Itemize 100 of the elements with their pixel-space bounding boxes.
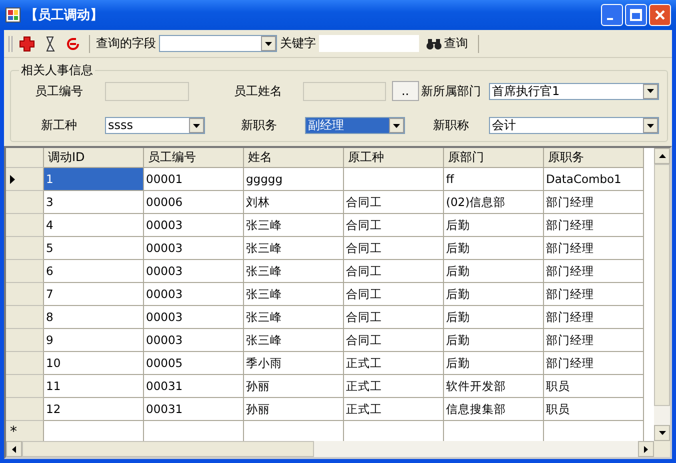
- table-cell: 孙丽: [244, 375, 344, 398]
- table-cell: 张三峰: [244, 260, 344, 283]
- scrollbar-corner: [654, 441, 670, 457]
- keyword-label: 关键字: [280, 35, 316, 52]
- table-cell: 孙丽: [244, 398, 344, 421]
- table-cell: 后勤: [444, 329, 544, 352]
- table-cell: 张三峰: [244, 306, 344, 329]
- table-cell: 合同工: [344, 214, 444, 237]
- keyword-input[interactable]: [319, 35, 419, 52]
- table-cell: 00031: [144, 398, 244, 421]
- field-label: 新所属部门: [420, 82, 482, 100]
- binoculars-icon: [426, 38, 442, 50]
- dropdown[interactable]: 首席执行官1: [489, 82, 659, 100]
- table-cell: DataCombo1: [544, 168, 644, 191]
- table-cell: 11: [44, 375, 144, 398]
- left-arrow-icon: [12, 446, 16, 452]
- minimize-button[interactable]: [601, 4, 623, 26]
- maximize-icon: [630, 9, 642, 21]
- column-header[interactable]: 原工种: [344, 148, 444, 168]
- table-cell: ggggg: [244, 168, 344, 191]
- column-header[interactable]: 员工编号: [144, 148, 244, 168]
- table-cell: 部门经理: [544, 214, 644, 237]
- add-icon[interactable]: [17, 36, 37, 52]
- table-cell: 合同工: [344, 260, 444, 283]
- column-header[interactable]: 原部门: [444, 148, 544, 168]
- table-cell: 软件开发部: [444, 375, 544, 398]
- table-cell: 季小雨: [244, 352, 344, 375]
- field-label: 查询的字段: [96, 35, 156, 52]
- maximize-button[interactable]: [625, 4, 647, 26]
- field-label: 新职称: [432, 117, 470, 134]
- minimize-icon: [607, 18, 613, 20]
- table-cell: 部门经理: [544, 283, 644, 306]
- field-label: 员工编号: [34, 82, 84, 100]
- current-row-icon: [10, 174, 15, 184]
- table-cell: 张三峰: [244, 237, 344, 260]
- dropdown[interactable]: 会计: [489, 117, 659, 134]
- toolbar-grip-icon: [8, 34, 14, 54]
- table-cell: 00001: [144, 168, 244, 191]
- table-cell: 张三峰: [244, 329, 344, 352]
- search-button[interactable]: 查询: [422, 35, 472, 52]
- table-cell: 后勤: [444, 283, 544, 306]
- table-cell: (02)信息部: [444, 191, 544, 214]
- table-cell: 合同工: [344, 191, 444, 214]
- table-cell: 部门经理: [544, 260, 644, 283]
- dropdown[interactable]: 副经理: [305, 117, 405, 134]
- table-cell: 职员: [544, 375, 644, 398]
- table-cell: 6: [44, 260, 144, 283]
- field-dropdown[interactable]: [159, 35, 277, 52]
- table-cell: 后勤: [444, 352, 544, 375]
- table-cell: 刘林: [244, 191, 344, 214]
- table-cell: ff: [444, 168, 544, 191]
- table-cell: 部门经理: [544, 237, 644, 260]
- table-cell: 职员: [544, 398, 644, 421]
- column-header[interactable]: 原职务: [544, 148, 644, 168]
- table-cell: 00031: [144, 375, 244, 398]
- row-header[interactable]: [6, 168, 44, 191]
- table-cell: 张三峰: [244, 214, 344, 237]
- scroll-thumb[interactable]: [22, 441, 314, 457]
- table-cell: 12: [44, 398, 144, 421]
- table-cell: 7: [44, 283, 144, 306]
- table-cell: 后勤: [444, 237, 544, 260]
- table-cell: 00005: [144, 352, 244, 375]
- close-button[interactable]: [649, 4, 671, 26]
- close-icon: [654, 9, 666, 21]
- table-cell: 00003: [144, 260, 244, 283]
- scroll-up-button[interactable]: [654, 148, 670, 164]
- up-arrow-icon: [658, 154, 666, 158]
- table-cell: 部门经理: [544, 306, 644, 329]
- table-cell: 00003: [144, 237, 244, 260]
- table-cell: 9: [44, 329, 144, 352]
- vertical-scrollbar[interactable]: [654, 148, 670, 441]
- field-label: 新工种: [40, 117, 78, 134]
- scroll-right-button[interactable]: [638, 441, 654, 457]
- table-cell: 00003: [144, 214, 244, 237]
- table-cell: 张三峰: [244, 283, 344, 306]
- field-label: 员工姓名: [233, 82, 284, 100]
- field-label: 新职务: [240, 117, 278, 134]
- dropdown[interactable]: ssss: [105, 117, 205, 134]
- table-cell: 合同工: [344, 329, 444, 352]
- column-header[interactable]: 调动ID: [44, 148, 144, 168]
- horizontal-scrollbar[interactable]: [6, 441, 654, 457]
- scroll-down-button[interactable]: [654, 425, 670, 441]
- column-header[interactable]: 姓名: [244, 148, 344, 168]
- scroll-left-button[interactable]: [6, 441, 22, 457]
- table-cell: 00003: [144, 329, 244, 352]
- table-cell: 00003: [144, 283, 244, 306]
- table-cell: 正式工: [344, 398, 444, 421]
- new-row-marker: *: [10, 425, 17, 439]
- table-cell: 3: [44, 191, 144, 214]
- table-cell: 正式工: [344, 352, 444, 375]
- table-cell: 合同工: [344, 283, 444, 306]
- table-cell: 8: [44, 306, 144, 329]
- scroll-thumb[interactable]: [654, 164, 670, 406]
- table-cell: 部门经理: [544, 329, 644, 352]
- table-cell: 合同工: [344, 237, 444, 260]
- row-header[interactable]: *: [6, 421, 44, 441]
- right-arrow-icon: [644, 446, 648, 452]
- table-cell: 正式工: [344, 375, 444, 398]
- table-cell: 4: [44, 214, 144, 237]
- table-cell: 10: [44, 352, 144, 375]
